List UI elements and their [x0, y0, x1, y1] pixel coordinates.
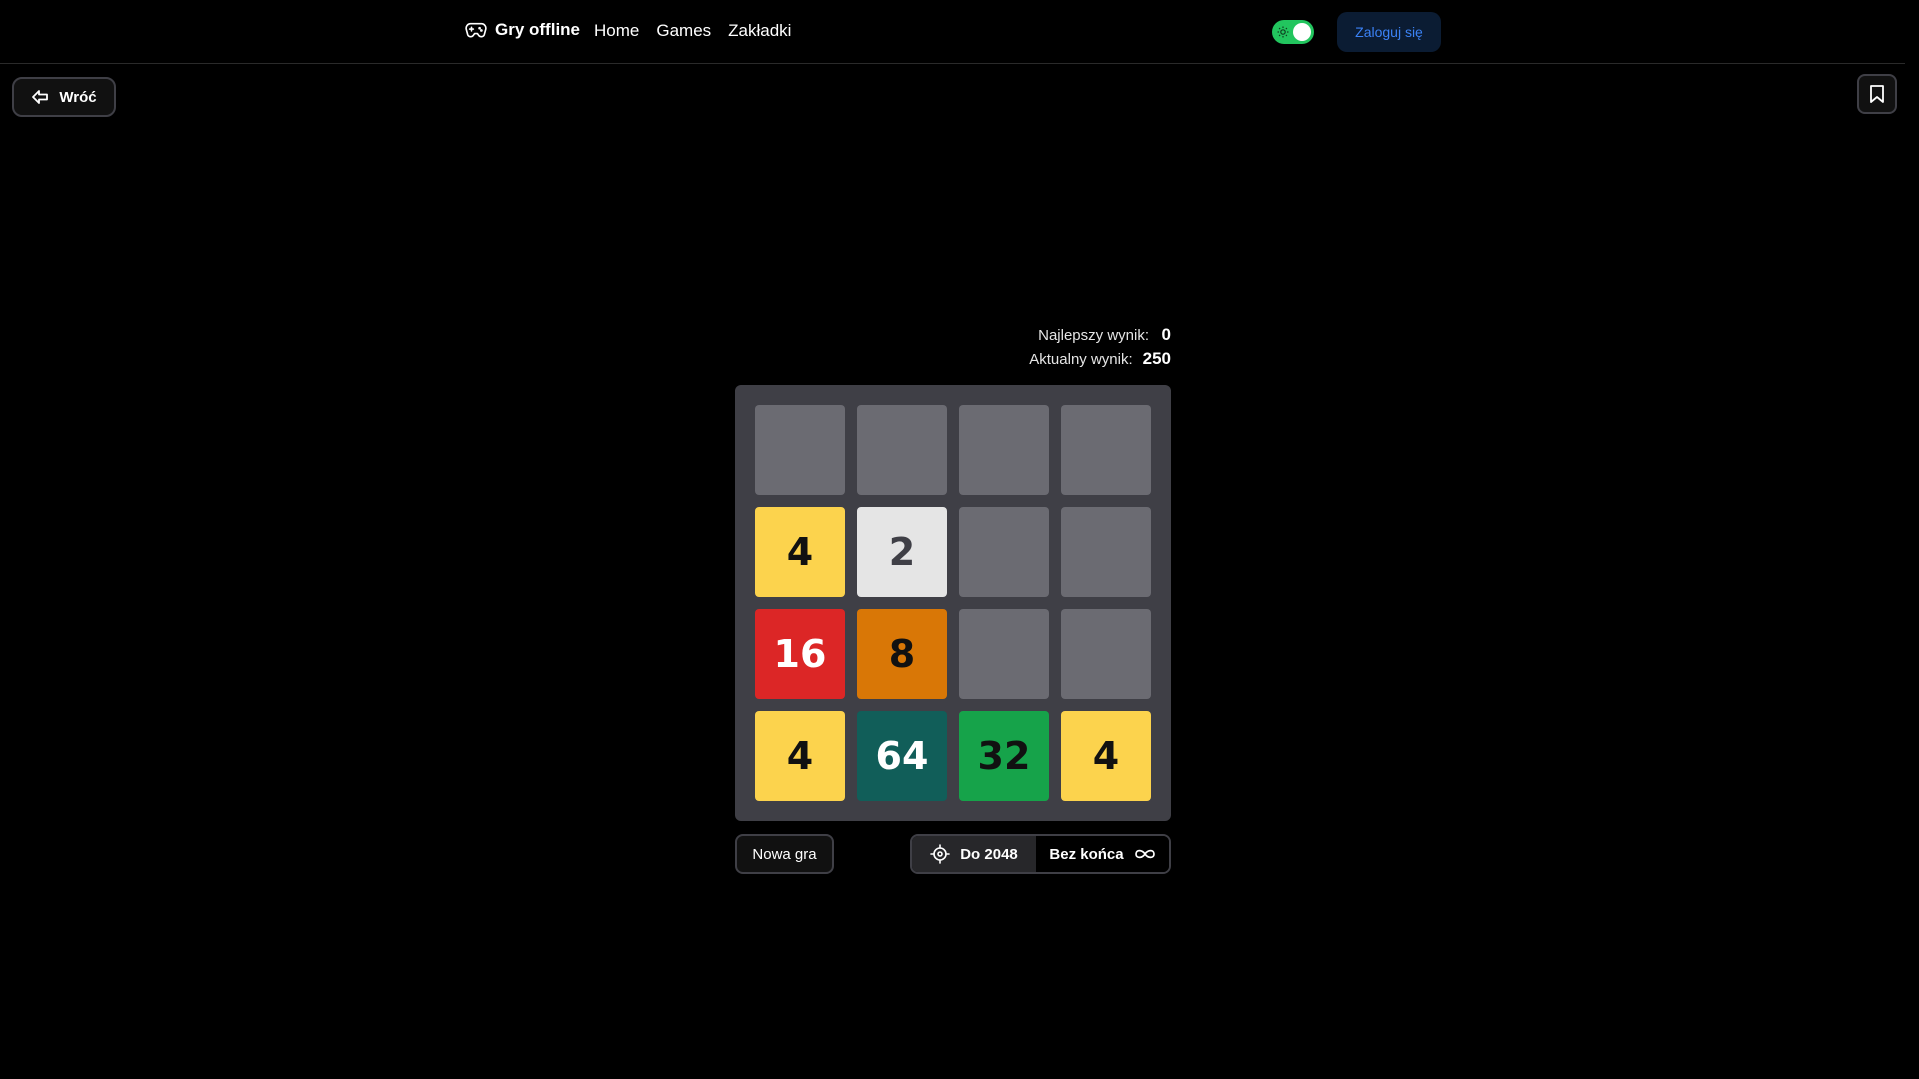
brand-link[interactable]: Gry offline — [465, 20, 580, 40]
nav-home[interactable]: Home — [594, 21, 639, 41]
theme-toggle[interactable] — [1272, 20, 1314, 44]
login-button[interactable]: Zaloguj się — [1337, 12, 1441, 52]
toggle-knob — [1293, 23, 1311, 41]
mode-selector: Do 2048 Bez końca — [910, 834, 1171, 874]
current-score-value: 250 — [1142, 349, 1171, 368]
mode-target-label: Do 2048 — [960, 845, 1018, 863]
tile — [959, 405, 1049, 495]
bookmark-icon — [1870, 85, 1884, 103]
tile: 32 — [959, 711, 1049, 801]
tile — [959, 507, 1049, 597]
tile — [1061, 507, 1151, 597]
tile: 16 — [755, 609, 845, 699]
tile: 4 — [755, 507, 845, 597]
page: Gry offline Home Games Zakładki Zaloguj … — [0, 0, 1905, 1079]
best-score-label: Najlepszy wynik: — [1038, 327, 1149, 344]
infinity-icon — [1134, 849, 1155, 859]
score-panel: Najlepszy wynik: 0 Aktualny wynik: 250 — [900, 325, 1171, 373]
tile — [857, 405, 947, 495]
game-board[interactable]: 4 2 16 8 4 64 32 4 — [735, 385, 1171, 821]
tile: 4 — [755, 711, 845, 801]
main-nav: Home Games Zakładki — [594, 21, 791, 41]
nav-games[interactable]: Games — [656, 21, 711, 41]
gamepad-icon — [465, 22, 487, 38]
bookmark-button[interactable] — [1857, 74, 1897, 114]
mode-endless[interactable]: Bez końca — [1036, 836, 1169, 872]
mode-endless-label: Bez końca — [1049, 845, 1124, 863]
nav-bookmarks[interactable]: Zakładki — [728, 21, 791, 41]
sun-icon — [1277, 26, 1289, 38]
back-label: Wróć — [59, 88, 97, 106]
new-game-button[interactable]: Nowa gra — [735, 834, 834, 874]
tile: 4 — [1061, 711, 1151, 801]
top-header: Gry offline Home Games Zakładki Zaloguj … — [0, 0, 1905, 64]
tile: 8 — [857, 609, 947, 699]
tile — [755, 405, 845, 495]
arrow-left-icon — [32, 90, 49, 104]
best-score-value: 0 — [1161, 325, 1171, 344]
tile: 64 — [857, 711, 947, 801]
current-score-label: Aktualny wynik: — [1029, 351, 1133, 368]
tile — [1061, 609, 1151, 699]
back-button[interactable]: Wróć — [12, 77, 116, 117]
current-score-row: Aktualny wynik: 250 — [900, 349, 1171, 373]
tile — [1061, 405, 1151, 495]
tile: 2 — [857, 507, 947, 597]
best-score-row: Najlepszy wynik: 0 — [900, 325, 1171, 349]
brand-label: Gry offline — [495, 20, 581, 39]
mode-target-2048[interactable]: Do 2048 — [912, 836, 1036, 872]
crosshair-icon — [930, 844, 951, 864]
tile — [959, 609, 1049, 699]
